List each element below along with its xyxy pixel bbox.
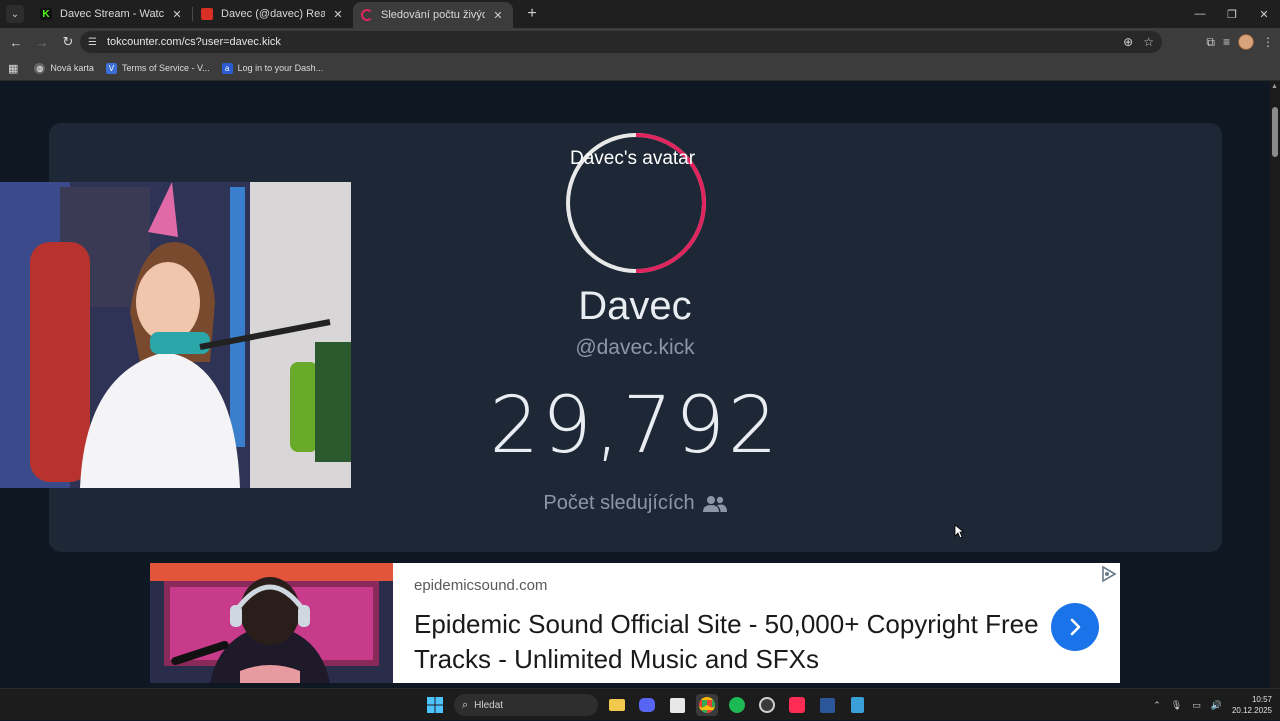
menu-icon[interactable]: ⋮ — [1262, 35, 1274, 49]
windows-start-icon[interactable] — [424, 694, 446, 716]
word-icon[interactable] — [816, 694, 838, 716]
clock[interactable]: 10:57 20.12.2025 — [1232, 694, 1272, 716]
clock-date: 20.12.2025 — [1231, 706, 1272, 715]
windows-taskbar: ⌕ Hledat ⌃ 🎙 ▭ 🔊 10:57 20.12.2025 — [0, 688, 1280, 720]
chrome-icon[interactable] — [696, 694, 718, 716]
search-label: Hledat — [474, 699, 504, 711]
loading-spinner-icon — [361, 9, 373, 21]
bookmark-label: Log in to your Dash... — [237, 63, 324, 73]
kick-realtime-favicon-icon — [201, 8, 213, 20]
window-controls: — ❐ ✕ — [1184, 0, 1280, 28]
bookmark-item[interactable]: a Log in to your Dash... — [221, 62, 324, 74]
close-icon[interactable]: ✕ — [331, 8, 345, 21]
forward-button[interactable]: → — [30, 30, 54, 54]
tab-search-button[interactable]: ⌄ — [6, 5, 24, 23]
follower-count-label-row: Počet sledujících — [0, 492, 1270, 515]
volume-icon[interactable]: 🔊 — [1211, 700, 1222, 711]
obs-icon[interactable] — [756, 694, 778, 716]
chevron-right-icon — [1070, 618, 1081, 636]
bookmark-label: Nová karta — [50, 63, 94, 73]
network-icon[interactable]: ▭ — [1192, 700, 1201, 711]
discord-icon[interactable] — [636, 694, 658, 716]
restore-icon[interactable]: ❐ — [1216, 0, 1248, 28]
search-icon: ⌕ — [462, 698, 469, 711]
chevron-up-icon[interactable]: ⌃ — [1153, 700, 1161, 711]
new-tab-button[interactable]: + — [523, 5, 541, 23]
spotify-icon[interactable] — [726, 694, 748, 716]
streamer-webcam-image — [0, 182, 351, 488]
minimize-icon[interactable]: — — [1184, 0, 1216, 28]
tab-title: Davec (@davec) Realtime Kick Li — [221, 8, 325, 20]
v-icon: V — [105, 62, 117, 74]
reading-list-icon[interactable]: ≡ — [1223, 35, 1230, 49]
tab-title: Sledování počtu živých fanoušk — [381, 9, 485, 21]
close-icon[interactable]: ✕ — [491, 9, 505, 22]
scrollbar-thumb[interactable] — [1272, 107, 1278, 157]
follower-count-label: Počet sledujících — [543, 492, 695, 514]
adchoices-icon[interactable] — [1100, 565, 1118, 583]
ad-image[interactable] — [150, 563, 393, 683]
bookmark-item[interactable]: V Terms of Service - V... — [105, 62, 210, 74]
close-icon[interactable]: ✕ — [170, 8, 184, 21]
a-icon: a — [221, 62, 233, 74]
tiktok-icon[interactable] — [786, 694, 808, 716]
microphone-icon[interactable]: 🎙 — [1171, 700, 1182, 711]
globe-icon: ◍ — [34, 62, 46, 74]
system-tray: ⌃ 🎙 ▭ 🔊 10:57 20.12.2025 — [1153, 689, 1272, 721]
bookmark-item[interactable]: ◍ Nová karta — [34, 62, 94, 74]
ad-photo — [150, 563, 393, 683]
page-content: Davec's avatar Davec @davec.kick 29,792 … — [0, 81, 1270, 688]
bookmark-star-icon[interactable]: ☆ — [1143, 35, 1154, 49]
tab-2[interactable]: Sledování počtu živých fanoušk ✕ — [353, 2, 513, 28]
reload-button[interactable]: ↻ — [56, 30, 80, 54]
notepad-icon[interactable] — [846, 694, 868, 716]
clock-time: 10:57 — [1251, 695, 1272, 704]
tab-1[interactable]: Davec (@davec) Realtime Kick Li ✕ — [193, 0, 353, 28]
avatar-image: Davec's avatar — [570, 148, 696, 169]
bookmark-label: Terms of Service - V... — [121, 63, 210, 73]
taskbar-search[interactable]: ⌕ Hledat — [454, 694, 598, 716]
file-explorer-icon[interactable] — [606, 694, 628, 716]
ad-domain[interactable]: epidemicsound.com — [414, 577, 547, 594]
tab-0[interactable]: K Davec Stream - Watch Live on K ✕ — [32, 0, 192, 28]
site-info-icon[interactable]: ☰ — [88, 37, 97, 48]
extensions-icon[interactable]: ⧉ — [1206, 35, 1215, 50]
profile-avatar-icon[interactable] — [1238, 34, 1254, 50]
zoom-icon[interactable]: ⊕ — [1123, 35, 1133, 49]
back-button[interactable]: ← — [4, 30, 28, 54]
advertisement-banner[interactable]: epidemicsound.com Epidemic Sound Officia… — [150, 563, 1120, 683]
browser-toolbar: ← → ↻ ☰ tokcounter.com/cs?user=davec.kic… — [0, 28, 1280, 56]
webcam-overlay — [0, 182, 351, 488]
ad-open-button[interactable] — [1051, 603, 1099, 651]
browser-tab-bar: ⌄ K Davec Stream - Watch Live on K ✕ Dav… — [0, 0, 1280, 28]
users-icon — [702, 495, 727, 512]
address-bar[interactable]: ☰ tokcounter.com/cs?user=davec.kick ⊕ ☆ — [80, 31, 1162, 53]
photos-icon[interactable] — [666, 694, 688, 716]
apps-grid-icon[interactable]: ▦ — [8, 62, 18, 75]
kick-favicon-icon: K — [40, 8, 52, 20]
close-window-icon[interactable]: ✕ — [1248, 0, 1280, 28]
ad-title[interactable]: Epidemic Sound Official Site - 50,000+ C… — [414, 607, 1044, 677]
page-scrollbar[interactable]: ▲ — [1270, 81, 1280, 688]
tab-title: Davec Stream - Watch Live on K — [60, 8, 164, 20]
url-text[interactable]: tokcounter.com/cs?user=davec.kick — [107, 36, 281, 48]
mouse-cursor-icon — [954, 524, 964, 539]
bookmarks-bar: ▦ ◍ Nová karta V Terms of Service - V...… — [0, 56, 1280, 81]
scroll-up-icon[interactable]: ▲ — [1271, 83, 1278, 90]
